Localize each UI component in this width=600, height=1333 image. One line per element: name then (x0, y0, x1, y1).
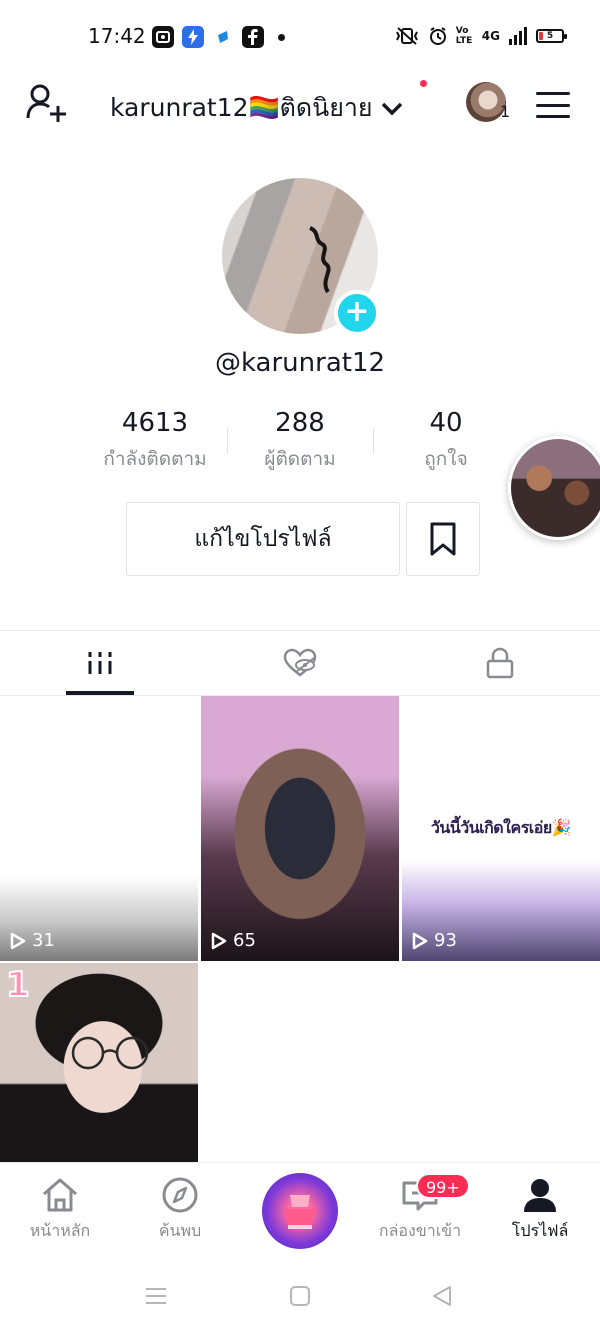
glasses-graphic (71, 1036, 149, 1070)
floating-profile-bubble[interactable] (508, 436, 600, 540)
battery-icon: 5 (536, 29, 567, 43)
notification-dot-icon (278, 33, 285, 41)
bookmark-icon (430, 522, 456, 556)
volte-icon: Vo LTE (455, 26, 473, 46)
tab-liked[interactable] (200, 631, 400, 695)
following-stat[interactable]: 4613 กำลังติดตาม (90, 408, 220, 474)
play-count: 93 (412, 930, 457, 951)
menu-icon-bar (536, 115, 570, 118)
nav-inbox-label: กล่องขาเข้า (378, 1221, 462, 1240)
video-caption: วันนี้วันเกิดใครเอ่ย🎉 (430, 818, 572, 837)
stat-divider (227, 428, 228, 454)
tab-private[interactable] (400, 631, 600, 695)
profile-handle: @karunrat12 (214, 348, 386, 378)
video-tile[interactable]: 31 (0, 696, 198, 961)
menu-icon-bar (536, 92, 570, 95)
play-count: 65 (211, 930, 256, 951)
play-icon (10, 932, 26, 949)
profile-header: karunrat12🏳️‍🌈ติดนิยาย 1 (0, 76, 600, 136)
account-count: 1 (500, 102, 511, 121)
following-label: กำลังติดตาม (103, 448, 207, 470)
play-count-value: 65 (233, 930, 256, 951)
status-left-icons (152, 26, 285, 48)
status-bar: 17:42 Vo LTE 4G 5 (0, 0, 600, 76)
home-icon (43, 1178, 77, 1212)
active-tab-indicator (66, 691, 134, 695)
status-right-icons: Vo LTE 4G 5 (394, 26, 567, 46)
system-navigation (0, 1258, 600, 1333)
play-count: 31 (10, 930, 55, 951)
followers-label: ผู้ติดตาม (264, 448, 336, 470)
profile-stats: 4613 กำลังติดตาม 288 ผู้ติดตาม 40 ถูกใจ (0, 408, 600, 480)
video-tile[interactable]: 1 (0, 963, 198, 1163)
favorites-button[interactable] (406, 502, 480, 576)
compass-icon (162, 1177, 198, 1213)
bottom-navigation: หน้าหลัก ค้นพบ กล่องขาเข้า 99+ โปรไฟล์ (0, 1162, 600, 1256)
home-square-icon[interactable] (288, 1284, 312, 1308)
likes-count: 40 (429, 408, 463, 438)
nav-home[interactable]: หน้าหลัก (0, 1177, 120, 1244)
play-count-value: 93 (434, 930, 457, 951)
tab-videos[interactable] (0, 631, 200, 695)
likes-label: ถูกใจ (424, 448, 468, 470)
profile-tabs (0, 630, 600, 696)
private-lock-icon (486, 647, 514, 679)
create-button[interactable] (262, 1173, 338, 1249)
followers-stat[interactable]: 288 ผู้ติดตาม (240, 408, 360, 474)
menu-button[interactable] (536, 92, 570, 118)
vibrate-icon (395, 27, 418, 45)
screen-record-icon (152, 26, 174, 48)
likes-stat[interactable]: 40 ถูกใจ (386, 408, 506, 474)
status-time: 17:42 (88, 24, 146, 48)
nav-home-label: หน้าหลัก (29, 1221, 91, 1240)
account-notification-dot (420, 80, 427, 87)
tattoo-graphic (309, 226, 331, 294)
facebook-icon (242, 26, 264, 48)
account-switcher[interactable]: karunrat12🏳️‍🌈ติดนิยาย (110, 88, 405, 128)
following-count: 4613 (121, 408, 189, 438)
profile-icon (524, 1179, 556, 1212)
video-tile[interactable]: 65 (201, 696, 399, 961)
battery-level: 5 (546, 31, 554, 41)
add-friend-button[interactable] (26, 84, 68, 124)
lightning-app-icon (182, 26, 204, 48)
recent-apps-icon[interactable] (144, 1284, 168, 1308)
4g-signal-icon (509, 27, 527, 45)
followers-count: 288 (275, 408, 325, 438)
menu-icon-bar (536, 103, 570, 107)
video-tile[interactable]: วันนี้วันเกิดใครเอ่ย🎉 93 (402, 696, 600, 961)
edit-profile-button[interactable]: แก้ไขโปรไฟล์ (126, 502, 400, 576)
add-avatar-button[interactable]: + (334, 290, 380, 336)
stat-divider (373, 428, 374, 454)
liked-icon (283, 648, 317, 677)
play-icon (412, 932, 428, 949)
add-user-icon (26, 84, 66, 122)
nav-discover-label: ค้นพบ (158, 1221, 202, 1240)
shield-app-icon (212, 26, 234, 48)
play-icon (211, 932, 227, 949)
play-count-value: 31 (32, 930, 55, 951)
create-icon (284, 1195, 316, 1229)
nav-discover[interactable]: ค้นพบ (120, 1177, 240, 1244)
header-username: karunrat12🏳️‍🌈ติดนิยาย (110, 93, 373, 122)
alarm-icon (429, 27, 446, 45)
nav-profile-label: โปรไฟล์ (511, 1221, 569, 1240)
chevron-down-icon (381, 102, 402, 116)
4g-label: 4G (481, 29, 500, 43)
nav-profile[interactable]: โปรไฟล์ (480, 1177, 600, 1244)
pinned-rank-badge: 1 (5, 964, 31, 1006)
inbox-count-badge: 99+ (416, 1173, 470, 1199)
videos-grid-icon (88, 652, 112, 674)
back-triangle-icon[interactable] (430, 1284, 454, 1308)
